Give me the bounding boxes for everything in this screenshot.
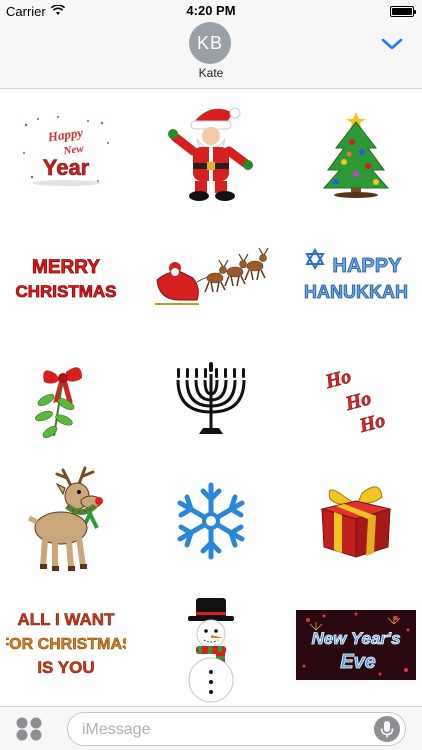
sticker-santa[interactable] <box>151 104 271 202</box>
sticker-happy-new-year[interactable]: Happy New Year <box>6 104 126 202</box>
message-input-bar: iMessage <box>0 706 422 750</box>
sticker-merry-christmas[interactable]: MERRY CHRISTMAS <box>6 228 126 326</box>
ho-ho-ho-sticker-art: Ho Ho Ho <box>322 365 388 438</box>
sticker-menorah[interactable] <box>151 352 271 450</box>
merry-christmas-sticker-art: MERRY CHRISTMAS <box>15 257 117 302</box>
santa-sticker-art <box>168 107 253 201</box>
happy-new-year-sticker-art: Happy New Year <box>23 116 109 186</box>
svg-text:FOR CHRISTMAS: FOR CHRISTMAS <box>6 636 126 653</box>
svg-text:ALL I WANT: ALL I WANT <box>18 610 116 629</box>
sticker-gift-box[interactable] <box>296 472 416 570</box>
santa-sleigh-sticker-art <box>155 247 269 305</box>
snowman-sticker-art <box>188 598 234 703</box>
svg-text:Eve: Eve <box>340 651 376 673</box>
svg-text:IS YOU: IS YOU <box>37 658 94 677</box>
contact-avatar[interactable]: KB <box>189 22 231 64</box>
chevron-down-icon[interactable] <box>380 36 404 52</box>
sticker-mistletoe[interactable] <box>6 352 126 450</box>
mistletoe-sticker-art <box>35 367 82 438</box>
microphone-icon[interactable] <box>374 716 400 742</box>
sticker-grid: Happy New Year MERRY CHRISTMAS HAPPY HAN… <box>0 90 422 706</box>
svg-text:Ho: Ho <box>342 387 373 415</box>
svg-text:HAPPY: HAPPY <box>333 255 403 277</box>
app-drawer-icon[interactable] <box>15 716 43 742</box>
reindeer-sticker-art <box>27 466 103 571</box>
battery-icon <box>390 6 416 17</box>
svg-text:New Year's: New Year's <box>311 629 400 648</box>
sticker-all-i-want-for-christmas[interactable]: ALL I WANT FOR CHRISTMAS IS YOU <box>6 596 126 694</box>
conversation-header: KB Kate <box>0 22 422 89</box>
sticker-snowflake[interactable] <box>151 472 271 570</box>
clock: 4:20 PM <box>186 3 236 18</box>
sticker-santa-sleigh[interactable] <box>151 228 271 326</box>
svg-text:Ho: Ho <box>356 409 387 437</box>
happy-hanukkah-sticker-art: HAPPY HANUKKAH <box>304 247 408 302</box>
svg-text:Ho: Ho <box>322 365 353 393</box>
sticker-snowman[interactable] <box>151 596 271 706</box>
sticker-new-years-eve[interactable]: New Year's Eve <box>296 596 416 694</box>
snowflake-sticker-art <box>177 482 245 560</box>
all-i-want-sticker-art: ALL I WANT FOR CHRISTMAS IS YOU <box>6 610 126 678</box>
message-placeholder: iMessage <box>82 721 151 738</box>
svg-text:Year: Year <box>43 155 90 180</box>
sticker-ho-ho-ho[interactable]: Ho Ho Ho <box>296 352 416 450</box>
menorah-sticker-art <box>176 362 246 434</box>
imessage-sticker-screen: Carrier 4:20 PM KB Kate Happy New Year M… <box>0 0 422 750</box>
new-years-eve-sticker-art: New Year's Eve <box>296 610 416 680</box>
christmas-tree-sticker-art <box>322 112 390 198</box>
sticker-christmas-tree[interactable] <box>296 104 416 202</box>
svg-text:MERRY: MERRY <box>32 257 100 278</box>
gift-box-sticker-art <box>320 486 392 558</box>
svg-text:HANUKKAH: HANUKKAH <box>304 282 408 302</box>
svg-text:CHRISTMAS: CHRISTMAS <box>15 282 116 301</box>
status-bar: Carrier 4:20 PM <box>0 0 422 22</box>
sticker-reindeer[interactable] <box>6 466 126 571</box>
contact-name[interactable]: Kate <box>0 66 422 80</box>
message-input[interactable]: iMessage <box>67 712 406 746</box>
sticker-happy-hanukkah[interactable]: HAPPY HANUKKAH <box>296 228 416 326</box>
svg-text:Happy: Happy <box>46 125 84 145</box>
